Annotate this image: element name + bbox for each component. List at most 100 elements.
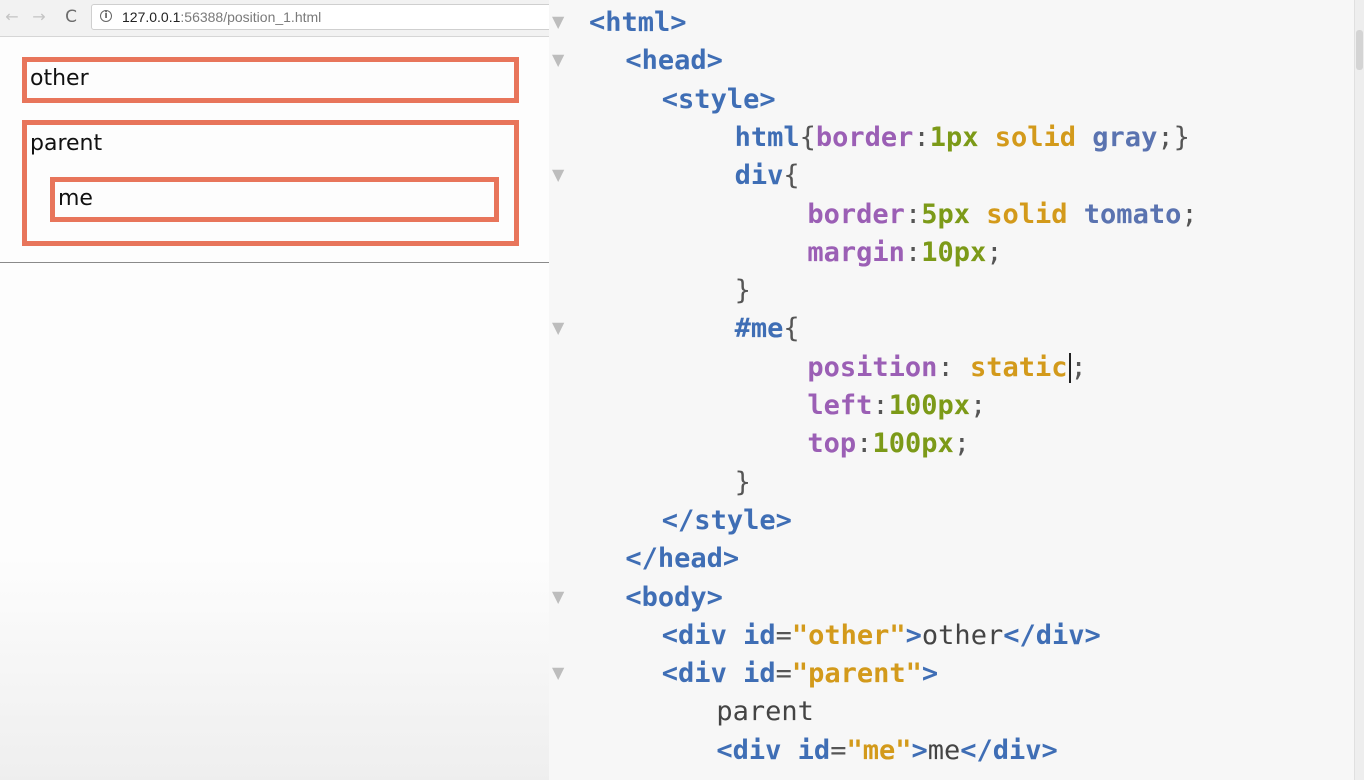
code-token: =	[830, 734, 847, 766]
code-token: <body>	[625, 581, 723, 613]
code-token: top	[807, 428, 857, 460]
code-token: >	[911, 734, 928, 766]
browser-toolbar: ← → C i 127.0.0.1:56388/position_1.html	[0, 0, 549, 37]
code-token: </head>	[625, 543, 740, 575]
info-icon[interactable]: i	[100, 10, 112, 22]
code-token: solid	[994, 121, 1077, 153]
code-line[interactable]: <style>	[662, 81, 776, 119]
code-line[interactable]: left:100px;	[807, 387, 986, 425]
me-text: me	[58, 186, 93, 211]
code-token: }	[734, 275, 751, 307]
code-token: </style>	[661, 504, 792, 536]
code-token: "parent"	[791, 658, 922, 690]
code-token: id	[743, 658, 776, 690]
code-token: solid	[986, 198, 1068, 230]
fold-toggle-icon[interactable]: ▼	[552, 165, 564, 184]
code-token: ;	[953, 428, 970, 460]
code-token: :	[872, 390, 889, 421]
viewport-fade	[0, 557, 549, 780]
browser-window: ← → C i 127.0.0.1:56388/position_1.html …	[0, 0, 549, 780]
code-token: 100px	[872, 428, 954, 460]
code-line[interactable]: <html>	[589, 4, 687, 42]
parent-text: parent	[30, 131, 103, 156]
code-token: me	[927, 734, 961, 766]
code-line[interactable]: div{	[735, 157, 800, 195]
url-host: 127.0.0.1	[122, 9, 181, 25]
editor-scrollbar[interactable]	[1354, 0, 1364, 780]
code-token: }	[734, 466, 751, 498]
code-token: border	[815, 121, 914, 153]
code-token: ;}	[1157, 121, 1190, 153]
code-line[interactable]: parent	[716, 693, 814, 731]
code-token: >	[921, 658, 939, 690]
code-token: ;	[1181, 198, 1198, 230]
code-token: 10px	[921, 236, 987, 268]
code-line[interactable]: }	[735, 464, 751, 502]
code-token: =	[775, 658, 792, 690]
code-line[interactable]: html{border:1px solid gray;}	[735, 119, 1190, 157]
reload-button[interactable]: C	[61, 7, 81, 27]
code-token: ;	[986, 236, 1003, 268]
code-token: "me"	[846, 734, 912, 766]
div-other: other	[22, 57, 519, 103]
code-token: :	[904, 236, 922, 268]
code-token: "other"	[791, 619, 906, 651]
editor-gutter: ▼ ▼ ▼ ▼ ▼ ▼	[549, 0, 579, 780]
fold-toggle-icon[interactable]: ▼	[552, 587, 564, 606]
code-token: {	[799, 121, 816, 153]
fold-toggle-icon[interactable]: ▼	[552, 12, 564, 31]
code-line[interactable]: <div id="parent">	[662, 655, 938, 693]
code-token: </div>	[1003, 619, 1101, 651]
code-token: ;	[1070, 351, 1087, 383]
code-line[interactable]: <head>	[625, 42, 723, 80]
code-line[interactable]: <div id="other">other</div>	[662, 617, 1101, 655]
fold-toggle-icon[interactable]: ▼	[552, 50, 564, 69]
code-line[interactable]: border:5px solid tomato;	[807, 196, 1197, 234]
forward-button[interactable]: →	[29, 7, 49, 27]
page-viewport: other parent me	[0, 37, 549, 780]
code-line[interactable]: position: static;	[807, 349, 1087, 387]
code-token: >	[905, 619, 922, 651]
code-line[interactable]: top:100px;	[807, 425, 970, 463]
code-token: {	[783, 313, 800, 345]
code-token: :	[904, 198, 922, 230]
fold-toggle-icon[interactable]: ▼	[552, 663, 564, 682]
scrollbar-thumb[interactable]	[1356, 30, 1363, 70]
address-bar[interactable]: i 127.0.0.1:56388/position_1.html	[91, 4, 549, 30]
code-line[interactable]: #me{	[735, 310, 800, 348]
code-line[interactable]: <div id="me">me</div>	[716, 732, 1057, 770]
code-line[interactable]: </head>	[625, 540, 739, 578]
code-token: margin	[807, 236, 905, 268]
code-token: <div	[661, 619, 744, 651]
fold-toggle-icon[interactable]: ▼	[552, 318, 564, 337]
code-token: gray	[1092, 121, 1158, 153]
code-token: {	[783, 160, 800, 192]
code-token: 100px	[888, 390, 970, 421]
code-token: static	[969, 351, 1068, 383]
code-token: 5px	[921, 198, 970, 230]
url-path: :56388/position_1.html	[180, 9, 322, 25]
code-token: :	[913, 121, 930, 153]
code-line[interactable]: </style>	[662, 502, 792, 540]
code-token: <html>	[589, 7, 687, 38]
code-token: ;	[969, 390, 987, 421]
code-token: :	[937, 351, 970, 383]
url-text[interactable]: 127.0.0.1:56388/position_1.html	[122, 9, 321, 25]
code-token: html	[734, 121, 800, 153]
code-token: id	[797, 734, 831, 766]
code-token: #me	[734, 313, 784, 345]
code-token: border	[807, 198, 905, 230]
code-token: parent	[716, 696, 814, 728]
back-button[interactable]: ←	[2, 7, 22, 27]
code-line[interactable]: <body>	[625, 579, 723, 617]
code-line[interactable]: }	[735, 272, 751, 310]
code-token: <head>	[625, 45, 723, 77]
code-editor[interactable]: ▼ ▼ ▼ ▼ ▼ ▼ <html> <head> <style> html{border:1p…	[549, 0, 1364, 780]
other-text: other	[30, 66, 89, 91]
code-line[interactable]: margin:10px;	[807, 234, 1002, 272]
code-token: =	[775, 619, 792, 651]
